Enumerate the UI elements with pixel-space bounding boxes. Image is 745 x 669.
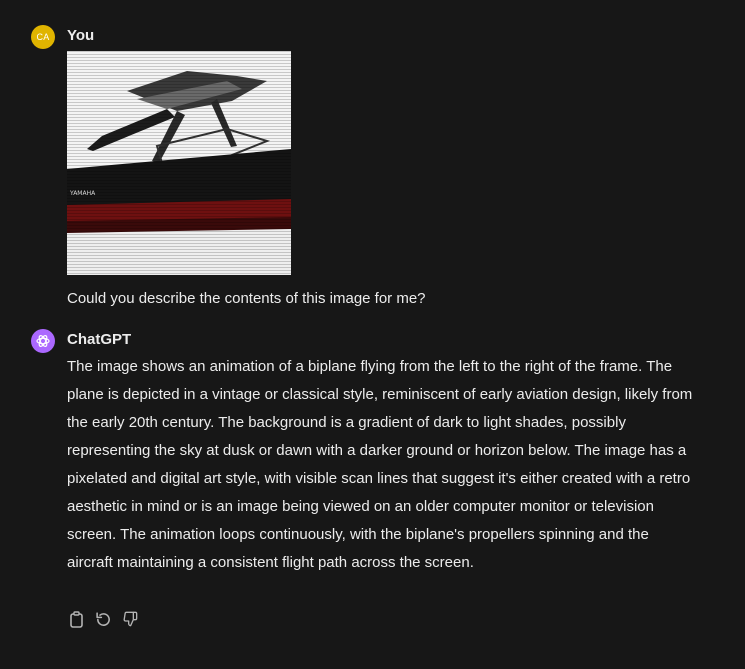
user-message-text: Could you describe the contents of this … [67,290,426,307]
copy-button[interactable] [67,610,85,628]
assistant-message-text: The image shows an animation of a biplan… [67,358,693,571]
thumbs-down-icon [123,611,138,627]
user-avatar: CA [31,25,55,49]
regenerate-icon [95,611,110,626]
assistant-avatar [31,329,55,353]
user-avatar-initials: CA [36,32,50,42]
regenerate-button[interactable] [94,610,112,628]
uploaded-image[interactable]: YAMAHA [67,51,291,275]
user-author-name: You [67,27,95,44]
boat-image: YAMAHA [67,51,291,275]
assistant-author-name: ChatGPT [67,331,132,348]
thumbs-down-button[interactable] [121,610,139,628]
image-watermark: YAMAHA [69,190,96,197]
message-actions [67,610,139,628]
openai-logo-icon [36,335,50,347]
clipboard-icon [69,610,83,628]
